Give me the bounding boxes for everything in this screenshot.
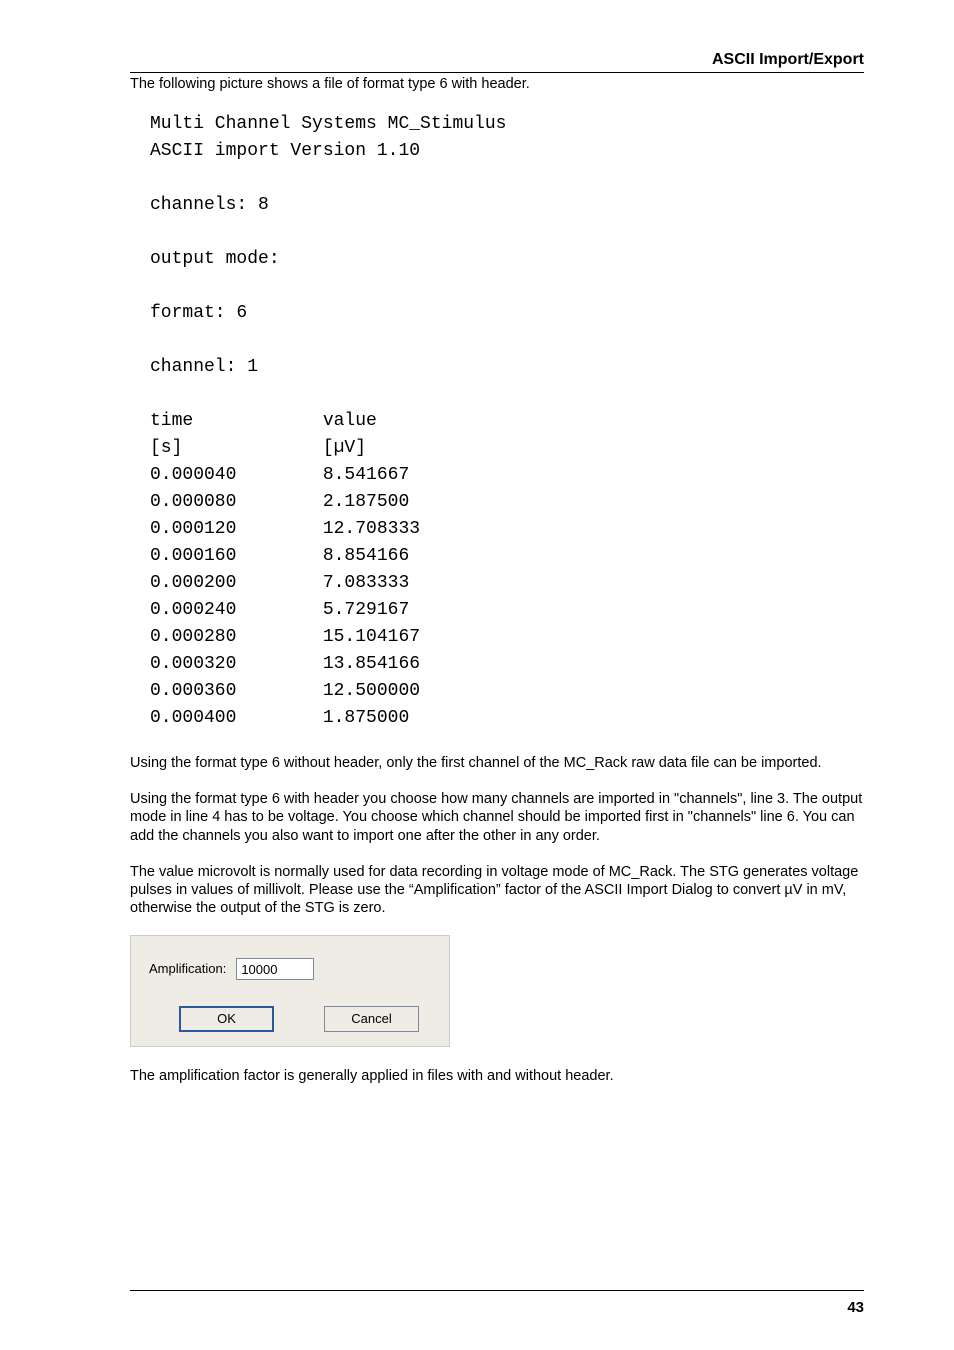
header-rule (130, 72, 864, 73)
amplification-input[interactable] (236, 958, 314, 980)
paragraph-4: The amplification factor is generally ap… (130, 1067, 864, 1085)
ok-button[interactable]: OK (179, 1006, 274, 1032)
footer-rule (130, 1290, 864, 1291)
amplification-label: Amplification: (149, 961, 226, 977)
ascii-file-preview: Multi Channel Systems MC_Stimulus ASCII … (150, 111, 864, 732)
amplification-dialog: Amplification: OK Cancel (130, 935, 450, 1047)
intro-text: The following picture shows a file of fo… (130, 75, 864, 93)
page-number: 43 (847, 1299, 864, 1318)
section-header: ASCII Import/Export (130, 50, 864, 72)
paragraph-3: The value microvolt is normally used for… (130, 863, 864, 917)
paragraph-1: Using the format type 6 without header, … (130, 754, 864, 772)
cancel-button[interactable]: Cancel (324, 1006, 419, 1032)
paragraph-2: Using the format type 6 with header you … (130, 790, 864, 844)
